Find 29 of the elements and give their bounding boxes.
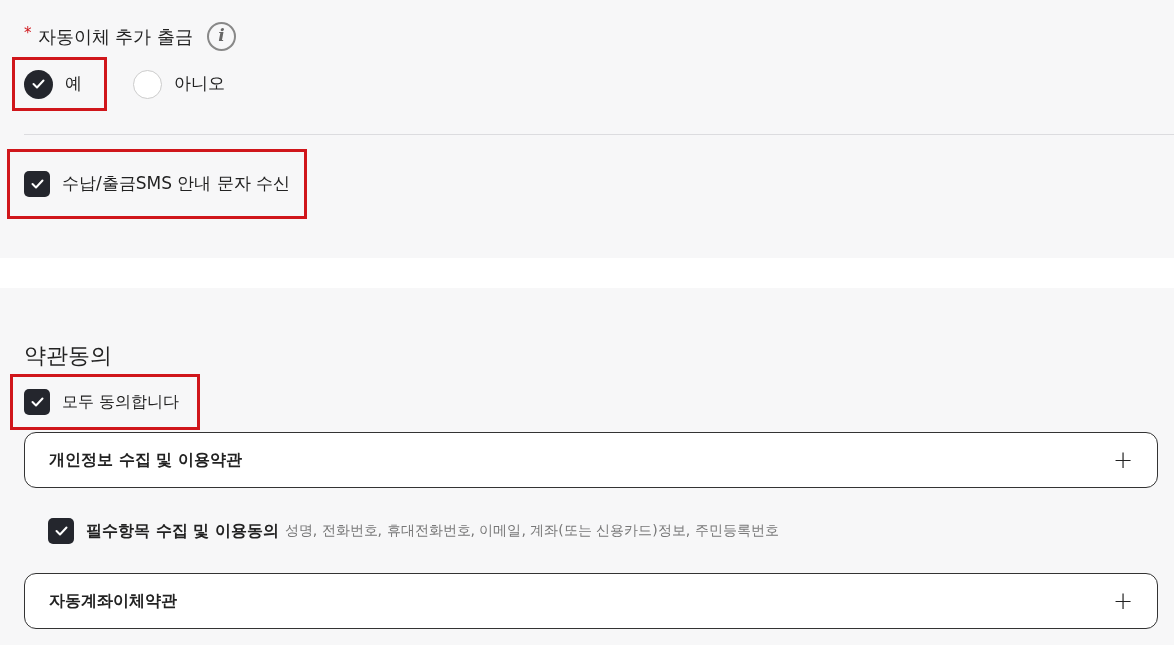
checkbox[interactable] [48,517,74,544]
consent-detail: 성명, 전화번호, 휴대전화번호, 이메일, 계좌(또는 신용카드)정보, 주민등록번호 [284,521,779,540]
option-label: 아니오 [174,72,225,96]
checkbox[interactable] [24,171,50,197]
info-icon[interactable]: i [206,21,236,51]
checkbox-option[interactable]: 모두 동의합니다 [10,374,201,430]
check-icon [54,525,68,536]
required-mark: * [24,23,32,44]
radio-button[interactable] [24,69,53,99]
consent-label: 필수항목 수집 및 이용동의 [86,519,279,542]
accordion-title: 개인정보 수집 및 이용약관 [49,449,242,471]
radio-button[interactable] [133,69,162,99]
accordion-title: 자동계좌이체약관 [49,590,177,612]
checkbox-option[interactable]: 수납/출금SMS 안내 문자 수신 [7,149,308,219]
terms-accordion[interactable]: 자동계좌이체약관 + [24,573,1158,629]
check-icon [30,397,44,407]
section-title: 약관동의 [24,342,113,370]
radio-option[interactable]: 아니오 [121,57,250,111]
expand-icon[interactable]: + [1112,448,1133,472]
expand-icon[interactable]: + [1112,589,1133,613]
checkbox[interactable] [24,389,50,415]
field-label: 자동이체 추가 출금 [37,24,193,49]
check-icon [32,79,45,89]
check-icon [30,179,44,189]
option-label: 수납/출금SMS 안내 문자 수신 [62,172,291,196]
terms-accordion[interactable]: 개인정보 수집 및 이용약관 + [24,432,1158,488]
option-label: 예 [65,72,82,96]
radio-option[interactable]: 예 [12,57,107,111]
option-label: 모두 동의합니다 [62,391,180,413]
